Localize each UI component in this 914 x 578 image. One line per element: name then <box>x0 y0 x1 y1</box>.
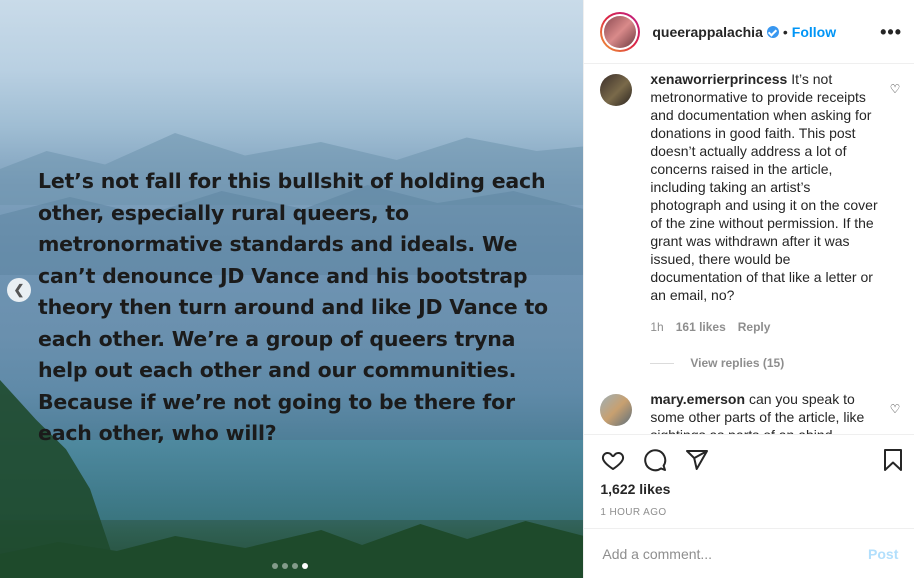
post-username[interactable]: queerappalachia <box>652 24 763 40</box>
verified-badge-icon <box>766 25 779 38</box>
divider <box>650 362 675 364</box>
carousel-prev-button[interactable]: ❮ <box>7 278 31 302</box>
comment: mary.emerson can you speak to some other… <box>600 390 900 434</box>
follow-button[interactable]: Follow <box>792 24 836 40</box>
like-comment-heart-icon[interactable]: ♡ <box>890 402 901 416</box>
like-comment-heart-icon[interactable]: ♡ <box>890 82 901 96</box>
separator-dot: • <box>782 23 788 40</box>
add-comment-bar: Post <box>584 528 914 578</box>
comments-list[interactable]: xenaworrierprincess It’s not metronormat… <box>584 64 914 434</box>
heart-icon[interactable] <box>600 447 626 473</box>
comment-meta: 1h 161 likes Reply <box>650 320 900 334</box>
avatar[interactable] <box>600 11 641 52</box>
post-sidebar: queerappalachia • Follow ••• xenaworrier… <box>583 0 914 578</box>
post-comment-button[interactable]: Post <box>868 546 898 562</box>
reply-button[interactable]: Reply <box>738 320 771 334</box>
comment-likes[interactable]: 161 likes <box>676 320 726 334</box>
comment-username[interactable]: mary.emerson <box>650 391 745 407</box>
chevron-left-icon: ❮ <box>13 282 25 297</box>
comment-icon[interactable] <box>642 447 668 473</box>
bookmark-icon[interactable] <box>880 447 906 473</box>
comment-text: It’s not metronormative to provide recei… <box>650 71 878 303</box>
comment-username[interactable]: xenaworrierprincess <box>650 71 787 87</box>
view-replies-button[interactable]: View replies (15) <box>650 356 900 370</box>
carousel-dot-active <box>302 563 308 569</box>
post-actions: 1,622 likes 1 HOUR AGO <box>584 434 914 528</box>
comment-body: mary.emerson can you speak to some other… <box>650 390 880 434</box>
carousel-dot <box>272 563 278 569</box>
comment: xenaworrierprincess It’s not metronormat… <box>600 70 900 370</box>
more-options-icon[interactable]: ••• <box>880 22 902 43</box>
carousel-dot <box>282 563 288 569</box>
post-media: Let’s not fall for this bullshit of hold… <box>0 0 584 578</box>
post-likes-count[interactable]: 1,622 likes <box>600 481 670 497</box>
comment-body: xenaworrierprincess It’s not metronormat… <box>650 70 880 304</box>
carousel-dots <box>272 563 308 569</box>
comment-avatar[interactable] <box>600 74 633 106</box>
carousel-dot <box>292 563 298 569</box>
comment-time: 1h <box>650 320 664 334</box>
view-replies-label: View replies (15) <box>690 356 785 370</box>
post-timestamp: 1 HOUR AGO <box>600 507 667 518</box>
comment-input[interactable] <box>600 544 869 563</box>
share-icon[interactable] <box>684 447 710 473</box>
avatar-image <box>604 15 637 48</box>
comment-avatar[interactable] <box>600 394 633 426</box>
post-header: queerappalachia • Follow ••• <box>584 0 914 64</box>
post-quote-text: Let’s not fall for this bullshit of hold… <box>38 169 548 445</box>
